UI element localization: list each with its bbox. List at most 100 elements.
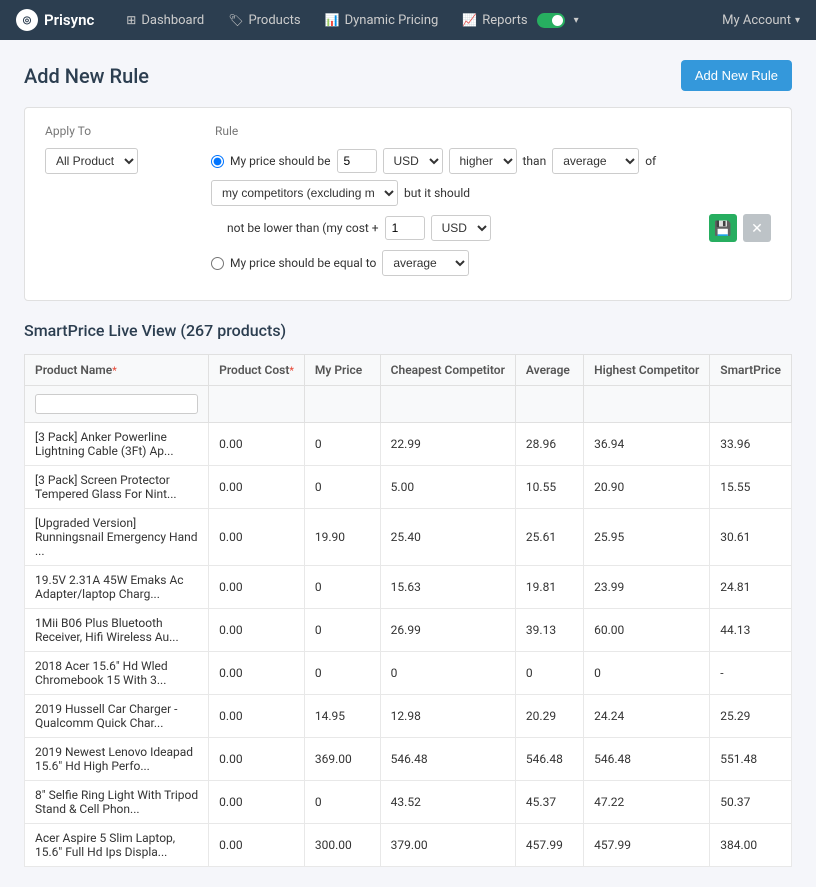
smart-cell: 44.13 [710, 609, 792, 652]
section-title: SmartPrice Live View (267 products) [24, 321, 792, 340]
my-price-cell: 0 [304, 566, 380, 609]
cheapest-cell: 12.98 [380, 695, 515, 738]
my-price-cell: 369.00 [304, 738, 380, 781]
product-cost-cell: 0.00 [209, 695, 305, 738]
my-price-cell: 0 [304, 652, 380, 695]
radio-price-rule[interactable] [211, 155, 224, 168]
highest-cell: 546.48 [584, 738, 710, 781]
highest-cell: 0 [584, 652, 710, 695]
table-row: [3 Pack] Anker Powerline Lightning Cable… [25, 423, 792, 466]
product-cost-cell: 0.00 [209, 824, 305, 867]
nav-reports[interactable]: 📈 Reports ▾ [450, 0, 590, 40]
rule-label: Rule [215, 124, 238, 138]
smart-cell: 24.81 [710, 566, 792, 609]
highest-cell: 23.99 [584, 566, 710, 609]
smart-cell: 30.61 [710, 509, 792, 566]
smart-cell: 50.37 [710, 781, 792, 824]
table-filter-row [25, 386, 792, 423]
product-name-cell: 8" Selfie Ring Light With Tripod Stand &… [25, 781, 209, 824]
product-filter-input[interactable] [35, 394, 198, 414]
smart-cell: 384.00 [710, 824, 792, 867]
competitors-select[interactable]: my competitors (excluding m all my compe… [211, 180, 398, 206]
th-average: Average [515, 355, 583, 386]
apply-to-select[interactable]: All Product Category Brand [45, 148, 138, 174]
th-cheapest-competitor: Cheapest Competitor [380, 355, 515, 386]
add-new-rule-button[interactable]: Add New Rule [681, 60, 792, 91]
product-name-cell: [Upgraded Version] Runningsnail Emergenc… [25, 509, 209, 566]
filter-highest [584, 386, 710, 423]
avg-cell: 0 [515, 652, 583, 695]
save-rule-button[interactable]: 💾 [709, 214, 737, 242]
products-icon: 🏷 [228, 13, 243, 27]
reports-dropdown-icon: ▾ [574, 15, 579, 26]
radio1-but: but it should [404, 186, 470, 200]
filter-cheapest [380, 386, 515, 423]
avg-cell: 39.13 [515, 609, 583, 652]
highest-cell: 60.00 [584, 609, 710, 652]
account-dropdown-icon: ▾ [795, 15, 800, 26]
avg-select[interactable]: averageminimummaximum [552, 148, 639, 174]
direction-select[interactable]: higherlower [449, 148, 517, 174]
product-cost-cell: 0.00 [209, 423, 305, 466]
product-cost-cell: 0.00 [209, 652, 305, 695]
my-price-cell: 0 [304, 466, 380, 509]
table-row: 2019 Hussell Car Charger - Qualcomm Quic… [25, 695, 792, 738]
th-product-name: Product Name* [25, 355, 209, 386]
avg-cell: 28.96 [515, 423, 583, 466]
apply-to-col: All Product Category Brand [45, 148, 195, 174]
my-account-menu[interactable]: My Account ▾ [722, 13, 800, 28]
radio1-than: than [523, 154, 547, 168]
my-price-cell: 0 [304, 781, 380, 824]
th-my-price: My Price [304, 355, 380, 386]
nav-products[interactable]: 🏷 Products [216, 0, 312, 40]
brand-logo[interactable]: ◎ Prisync [16, 9, 94, 31]
product-name-cell: [3 Pack] Anker Powerline Lightning Cable… [25, 423, 209, 466]
currency-select-1[interactable]: USDEURGBP [383, 148, 443, 174]
cheapest-cell: 15.63 [380, 566, 515, 609]
product-cost-cell: 0.00 [209, 781, 305, 824]
page-header: Add New Rule Add New Rule [24, 60, 792, 91]
nav-dynamic-pricing[interactable]: 📊 Dynamic Pricing [313, 0, 451, 40]
table-header-row: Product Name* Product Cost* My Price Che… [25, 355, 792, 386]
nav-products-label: Products [248, 13, 300, 28]
radio1-not-below: not be lower than (my cost + [227, 221, 379, 235]
avg-cell: 10.55 [515, 466, 583, 509]
table-row: 2019 Newest Lenovo Ideapad 15.6" Hd High… [25, 738, 792, 781]
highest-cell: 25.95 [584, 509, 710, 566]
table-row: [3 Pack] Screen Protector Tempered Glass… [25, 466, 792, 509]
price-value-input[interactable] [337, 149, 377, 173]
th-product-cost: Product Cost* [209, 355, 305, 386]
nav-dashboard[interactable]: ⊞ Dashboard [114, 0, 216, 40]
cheapest-cell: 26.99 [380, 609, 515, 652]
table-row: [Upgraded Version] Runningsnail Emergenc… [25, 509, 792, 566]
product-name-cell: [3 Pack] Screen Protector Tempered Glass… [25, 466, 209, 509]
equal-avg-select[interactable]: averageminimummaximum [382, 250, 469, 276]
highest-cell: 457.99 [584, 824, 710, 867]
filter-myprice [304, 386, 380, 423]
cheapest-cell: 5.00 [380, 466, 515, 509]
avg-cell: 19.81 [515, 566, 583, 609]
cost-plus-input[interactable] [385, 216, 425, 240]
reports-icon: 📈 [462, 13, 477, 27]
nav-dynamic-pricing-label: Dynamic Pricing [345, 13, 439, 28]
filter-cost [209, 386, 305, 423]
th-highest-competitor: Highest Competitor [584, 355, 710, 386]
rule-col: My price should be USDEURGBP higherlower… [211, 148, 771, 284]
brand-name: Prisync [44, 11, 94, 29]
navbar: ◎ Prisync ⊞ Dashboard 🏷 Products 📊 Dynam… [0, 0, 816, 40]
products-table: Product Name* Product Cost* My Price Che… [24, 354, 792, 867]
radio2-text: My price should be equal to [230, 256, 376, 270]
highest-cell: 20.90 [584, 466, 710, 509]
page-title: Add New Rule [24, 64, 149, 88]
radio-equal-rule[interactable] [211, 257, 224, 270]
my-price-cell: 14.95 [304, 695, 380, 738]
cheapest-cell: 379.00 [380, 824, 515, 867]
rule-labels: Apply To Rule [45, 124, 771, 138]
avg-cell: 20.29 [515, 695, 583, 738]
product-cost-cell: 0.00 [209, 466, 305, 509]
table-body: [3 Pack] Anker Powerline Lightning Cable… [25, 423, 792, 867]
reports-toggle[interactable] [537, 13, 565, 28]
currency-select-2[interactable]: USDEUR [431, 215, 491, 241]
discard-rule-button[interactable]: ✕ [743, 214, 771, 242]
product-name-cell: 1Mii B06 Plus Bluetooth Receiver, Hifi W… [25, 609, 209, 652]
